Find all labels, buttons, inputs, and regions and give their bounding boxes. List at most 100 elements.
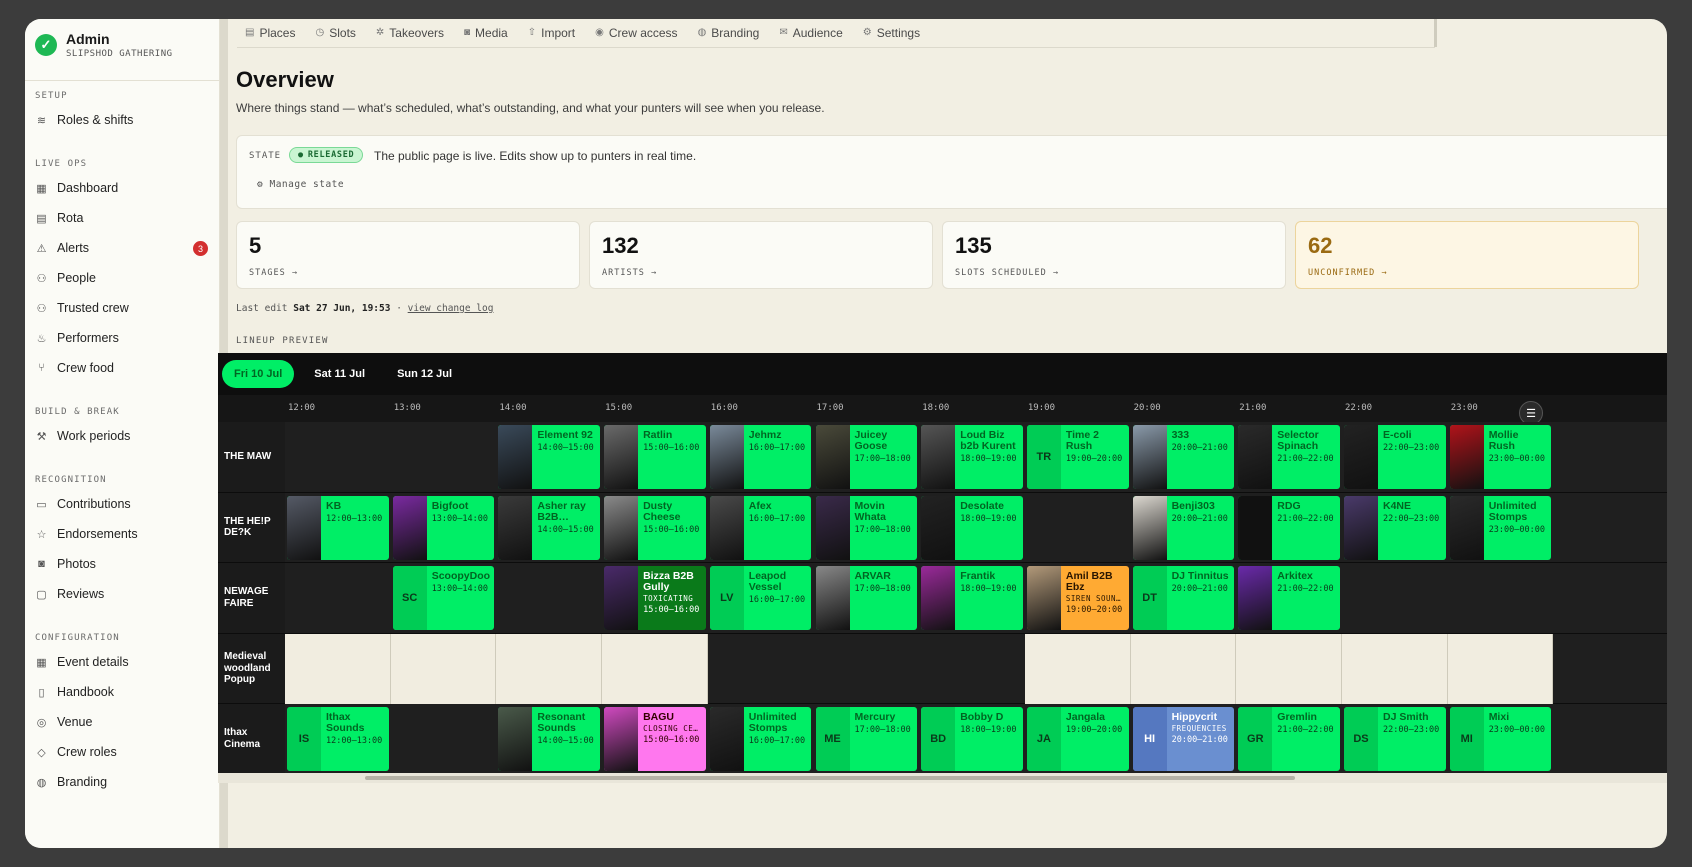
- users-icon: ⚇: [36, 272, 47, 285]
- sidebar-item-handbook[interactable]: ▯ Handbook: [35, 681, 211, 703]
- view-change-log-link[interactable]: view change log: [408, 303, 494, 314]
- sidebar-item-branding[interactable]: ◍ Branding: [35, 771, 211, 793]
- slot-card[interactable]: JA Jangala 19:00–20:00: [1026, 707, 1129, 771]
- tab-audience[interactable]: ✉ Audience: [769, 26, 852, 40]
- slot-card[interactable]: K4NE 22:00–23:00: [1344, 495, 1446, 560]
- sidebar-item-endorsements[interactable]: ☆ Endorsements: [35, 523, 211, 545]
- slot-card[interactable]: MI Mixi 23:00–00:00: [1449, 707, 1552, 771]
- tab-label: Import: [541, 25, 576, 40]
- slot-card[interactable]: Bigfoot 13:00–14:00: [392, 495, 495, 560]
- day-tab[interactable]: Sun 12 Jul: [385, 360, 464, 388]
- sidebar-item-crew-roles[interactable]: ◇ Crew roles: [35, 741, 211, 763]
- slot-card[interactable]: Unlimited Stomps 16:00–17:00: [709, 707, 812, 771]
- user-check-icon: ⚇: [36, 302, 47, 315]
- slot-card[interactable]: Asher ray B2B… 14:00–15:00: [498, 495, 601, 560]
- slot-card[interactable]: Mollie Rush 23:00–00:00: [1449, 425, 1552, 489]
- slot-card[interactable]: Frantik 18:00–19:00: [921, 566, 1023, 630]
- sidebar-item-alerts[interactable]: ⚠ Alerts 3: [35, 237, 211, 259]
- sidebar-item-rota[interactable]: ▤ Rota: [35, 207, 211, 229]
- slot-card[interactable]: 333 20:00–21:00: [1132, 425, 1235, 489]
- tab-crew-access[interactable]: ◉ Crew access: [585, 26, 687, 40]
- sidebar-item-event-details[interactable]: ▦ Event details: [35, 651, 211, 673]
- tab-branding[interactable]: ◍ Branding: [688, 26, 770, 40]
- tab-media[interactable]: ◙ Media: [454, 26, 518, 40]
- slot-card[interactable]: Benji303 20:00–21:00: [1132, 495, 1235, 560]
- stat-card-slots[interactable]: 135 SLOTS SCHEDULED →: [942, 221, 1286, 289]
- sidebar-item-reviews[interactable]: ▢ Reviews: [35, 583, 211, 605]
- slot-card[interactable]: Arkitex 21:00–22:00: [1238, 566, 1340, 630]
- slot-card[interactable]: HI Hippycrit FREQUENCIES 20:00–21:00: [1132, 707, 1235, 771]
- slot-card[interactable]: E-coli 22:00–23:00: [1344, 425, 1446, 489]
- slot-card[interactable]: ME Mercury 17:00–18:00: [815, 707, 918, 771]
- available-cell[interactable]: [1130, 633, 1237, 704]
- slot-card[interactable]: Jehmz 16:00–17:00: [709, 425, 812, 489]
- slot-card[interactable]: Bizza B2B Gully TOXICATING 15:00–16:00: [604, 566, 706, 630]
- stat-card-unconfirmed[interactable]: 62 UNCONFIRMED →: [1295, 221, 1639, 289]
- slot-meta: Benji303 20:00–21:00: [1167, 496, 1232, 560]
- slot-time: 17:00–18:00: [854, 524, 911, 535]
- slot-card[interactable]: Desolate 18:00–19:00: [921, 495, 1023, 560]
- stat-card-artists[interactable]: 132 ARTISTS →: [589, 221, 933, 289]
- slot-card[interactable]: DS DJ Smith 22:00–23:00: [1344, 707, 1446, 771]
- slot-card[interactable]: Unlimited Stomps 23:00–00:00: [1449, 495, 1552, 560]
- slot-time: 18:00–19:00: [960, 725, 1017, 736]
- sidebar-item-work-periods[interactable]: ⚒ Work periods: [35, 425, 211, 447]
- stat-card-stages[interactable]: 5 STAGES →: [236, 221, 580, 289]
- slot-card[interactable]: Dusty Cheese 15:00–16:00: [604, 495, 706, 560]
- slot-card[interactable]: Ratlin 15:00–16:00: [604, 425, 706, 489]
- slot-card[interactable]: LV Leapod Vessel 16:00–17:00: [709, 566, 812, 630]
- artist-initials: GR: [1238, 707, 1273, 771]
- slot-card[interactable]: Amil B2B Ebz SIREN SOUN… 19:00–20:00: [1026, 566, 1129, 630]
- slot-card[interactable]: DT DJ Tinnitus 20:00–21:00: [1132, 566, 1235, 630]
- tab-places[interactable]: ▤ Places: [235, 26, 305, 40]
- tabs-scrollbar[interactable]: [1434, 19, 1437, 47]
- sidebar-item-contributions[interactable]: ▭ Contributions: [35, 493, 211, 515]
- slot-card[interactable]: Afex 16:00–17:00: [709, 495, 812, 560]
- tab-takeovers[interactable]: ✲ Takeovers: [366, 26, 454, 40]
- slot-card[interactable]: Resonant Sounds 14:00–15:00: [498, 707, 601, 771]
- tab-import[interactable]: ⇧ Import: [518, 26, 585, 40]
- scrollbar-thumb[interactable]: [365, 776, 1295, 780]
- available-cell[interactable]: [1342, 633, 1448, 704]
- slot-card[interactable]: SC ScoopyDoo 13:00–14:00: [392, 566, 495, 630]
- tab-slots[interactable]: ◷ Slots: [305, 26, 365, 40]
- slot-card[interactable]: Element 92 14:00–15:00: [498, 425, 601, 489]
- available-cell[interactable]: [1024, 633, 1131, 704]
- slot-card[interactable]: KB 12:00–13:00: [287, 495, 389, 560]
- sidebar-item-trusted-crew[interactable]: ⚇ Trusted crew: [35, 297, 211, 319]
- available-cell[interactable]: [496, 633, 603, 704]
- slot-card[interactable]: Movin Whata 17:00–18:00: [815, 495, 918, 560]
- slot-card[interactable]: Loud Biz b2b Kurent 18:00–19:00: [921, 425, 1023, 489]
- day-tab[interactable]: Sat 11 Jul: [302, 360, 377, 388]
- day-tab[interactable]: Fri 10 Jul: [222, 360, 295, 388]
- slot-card[interactable]: GR Gremlin 21:00–22:00: [1238, 707, 1340, 771]
- available-cell[interactable]: [1236, 633, 1342, 704]
- slot-card[interactable]: BD Bobby D 18:00–19:00: [921, 707, 1023, 771]
- sidebar-item-crew-food[interactable]: ⑂ Crew food: [35, 357, 211, 379]
- available-cell[interactable]: [390, 633, 497, 704]
- slot-card[interactable]: Selector Spinach 21:00–22:00: [1238, 425, 1340, 489]
- sidebar-item-performers[interactable]: ♨ Performers: [35, 327, 211, 349]
- status-badge-label: RELEASED: [307, 150, 355, 160]
- artist-initials: TR: [1026, 425, 1061, 489]
- slot-card[interactable]: BAGU CLOSING CE… 15:00–16:00: [604, 707, 706, 771]
- slot-card[interactable]: RDG 21:00–22:00: [1238, 495, 1340, 560]
- sidebar-item-venue[interactable]: ◎ Venue: [35, 711, 211, 733]
- manage-state-button[interactable]: ⚙ Manage state: [257, 179, 344, 190]
- artist-name: Loud Biz b2b Kurent: [960, 429, 1016, 453]
- slot-card[interactable]: TR Time 2 Rush 19:00–20:00: [1026, 425, 1129, 489]
- brand[interactable]: ✓ Admin SLIPSHOD GATHERING: [35, 31, 173, 59]
- slot-time: 19:00–20:00: [1065, 725, 1123, 736]
- tab-settings[interactable]: ⚙ Settings: [853, 26, 930, 40]
- sidebar-item-roles-shifts[interactable]: ≋ Roles & shifts: [35, 109, 211, 131]
- sidebar-item-label: Reviews: [57, 587, 105, 601]
- available-cell[interactable]: [1447, 633, 1554, 704]
- slot-card[interactable]: ARVAR 17:00–18:00: [815, 566, 918, 630]
- sidebar-item-dashboard[interactable]: ▦ Dashboard: [35, 177, 211, 199]
- slot-card[interactable]: Juicey Goose 17:00–18:00: [815, 425, 918, 489]
- sidebar-item-people[interactable]: ⚇ People: [35, 267, 211, 289]
- available-cell[interactable]: [602, 633, 708, 704]
- slot-card[interactable]: IS Ithax Sounds 12:00–13:00: [287, 707, 389, 771]
- available-cell[interactable]: [285, 633, 391, 704]
- sidebar-item-photos[interactable]: ◙ Photos: [35, 553, 211, 575]
